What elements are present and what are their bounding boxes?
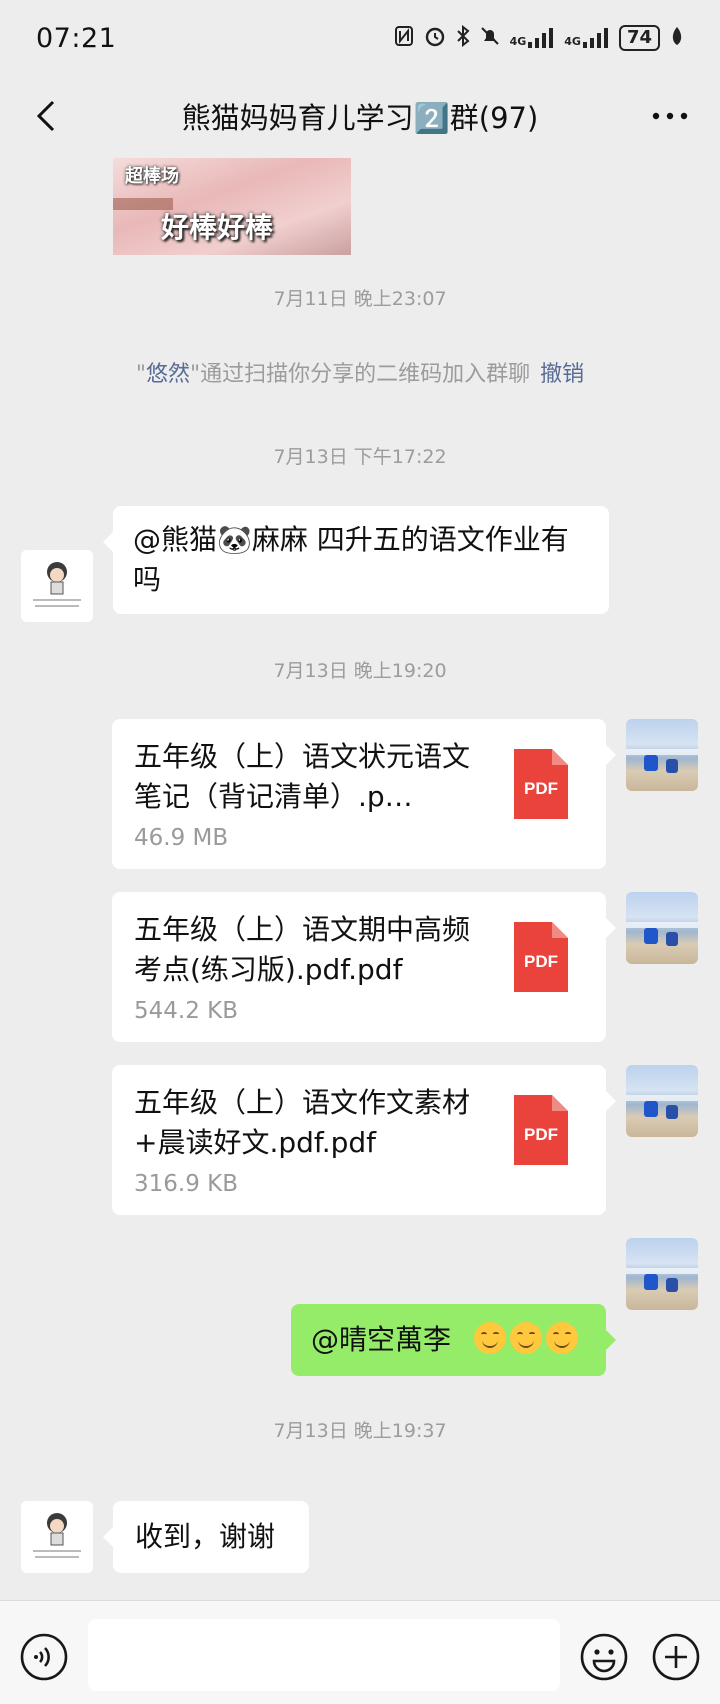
file-name: 五年级（上）语文作文素材+晨读好文.pdf.pdf [134,1086,471,1159]
file-name: 五年级（上）语文期中高频考点(练习版).pdf.pdf [134,913,471,986]
bluetooth-icon [456,24,470,52]
user-name-link[interactable]: 悠然 [146,362,190,387]
revoke-link[interactable]: 撤销 [540,362,584,387]
signal-icon-2: 4G [564,28,609,48]
more-dots-icon [652,112,688,120]
file-message-card[interactable]: 五年级（上）语文作文素材+晨读好文.pdf.pdf 316.9 KB PDF [112,1065,616,1215]
file-name: 五年级（上）语文状元语文笔记（背记清单）.p… [134,740,471,813]
pdf-label: PDF [524,779,558,798]
timestamp: 7月13日 晚上19:37 [273,1420,447,1442]
system-quote: " [135,362,146,387]
pdf-label: PDF [524,952,558,971]
network-label-1: 4G [509,35,527,48]
system-message: "悠然"通过扫描你分享的二维码加入群聊 撤销 [0,356,720,388]
chat-header: 熊猫妈妈育儿学习2️⃣群(97) [0,76,720,156]
timestamp: 7月11日 晚上23:07 [273,288,447,310]
my-avatar[interactable] [626,892,698,964]
voice-input-button[interactable] [20,1633,68,1681]
smile-emoji-icon [545,1322,578,1354]
emoji-button[interactable] [580,1633,628,1681]
battery-indicator: 74 [618,25,660,51]
my-avatar[interactable] [626,719,698,791]
network-label-2: 4G [564,35,581,48]
more-options-button[interactable] [646,96,694,136]
message-text: @熊猫🐼麻麻 四升五的语文作业有吗 [133,523,569,596]
smiley-icon [580,1633,628,1681]
alarm-icon [424,25,446,52]
plus-icon [652,1633,700,1681]
system-text: "通过扫描你分享的二维码加入群聊 [190,362,531,387]
file-size: 46.9 MB [134,825,229,851]
message-bubble[interactable]: @熊猫🐼麻麻 四升五的语文作业有吗 [103,506,609,614]
chat-area[interactable]: 超棒场 好棒好棒 7月11日 晚上23:07 "悠然"通过扫描你分享的二维码加入… [0,156,720,1600]
message-text: @晴空萬李 [311,1323,452,1356]
timestamp: 7月13日 晚上19:20 [273,660,447,682]
pdf-label: PDF [524,1125,558,1144]
back-button[interactable] [26,96,66,136]
message-text: 收到，谢谢 [135,1520,276,1553]
sticker-caption-bottom: 好棒好棒 [161,211,274,244]
file-size: 544.2 KB [134,998,239,1024]
sender-avatar[interactable] [21,550,93,622]
sticker-caption-top: 超棒场 [125,166,179,187]
message-bubble[interactable]: 收到，谢谢 [103,1501,309,1573]
chevron-left-icon [36,100,55,132]
status-bar: 07:21 4G 4G 74 [0,0,720,76]
my-avatar[interactable] [626,1238,698,1310]
input-bar [0,1600,720,1704]
file-message-card[interactable]: 五年级（上）语文期中高频考点(练习版).pdf.pdf 544.2 KB PDF [112,892,616,1042]
file-size: 316.9 KB [134,1171,239,1197]
chat-title: 熊猫妈妈育儿学习2️⃣群(97) [181,101,539,135]
smile-emoji-icon [509,1322,542,1354]
sender-avatar[interactable] [21,1501,93,1573]
leaf-icon [670,26,684,51]
cartoon-avatar-icon [21,550,93,622]
status-icons: 4G 4G 74 [394,24,684,52]
signal-icon-1: 4G [510,28,555,48]
status-time: 07:21 [36,22,117,54]
mute-icon [480,25,500,52]
voice-icon [20,1633,68,1681]
smile-emoji-icon [473,1322,506,1354]
message-input[interactable] [88,1619,560,1691]
message-bubble-mine[interactable]: @晴空萬李 [291,1304,616,1376]
sticker-image[interactable]: 超棒场 好棒好棒 [113,158,351,255]
my-avatar[interactable] [626,1065,698,1137]
cartoon-avatar-icon [21,1501,93,1573]
nfc-icon [394,25,414,52]
file-message-card[interactable]: 五年级（上）语文状元语文笔记（背记清单）.p… 46.9 MB PDF [112,719,616,869]
more-functions-button[interactable] [652,1633,700,1681]
timestamp: 7月13日 下午17:22 [273,446,447,468]
